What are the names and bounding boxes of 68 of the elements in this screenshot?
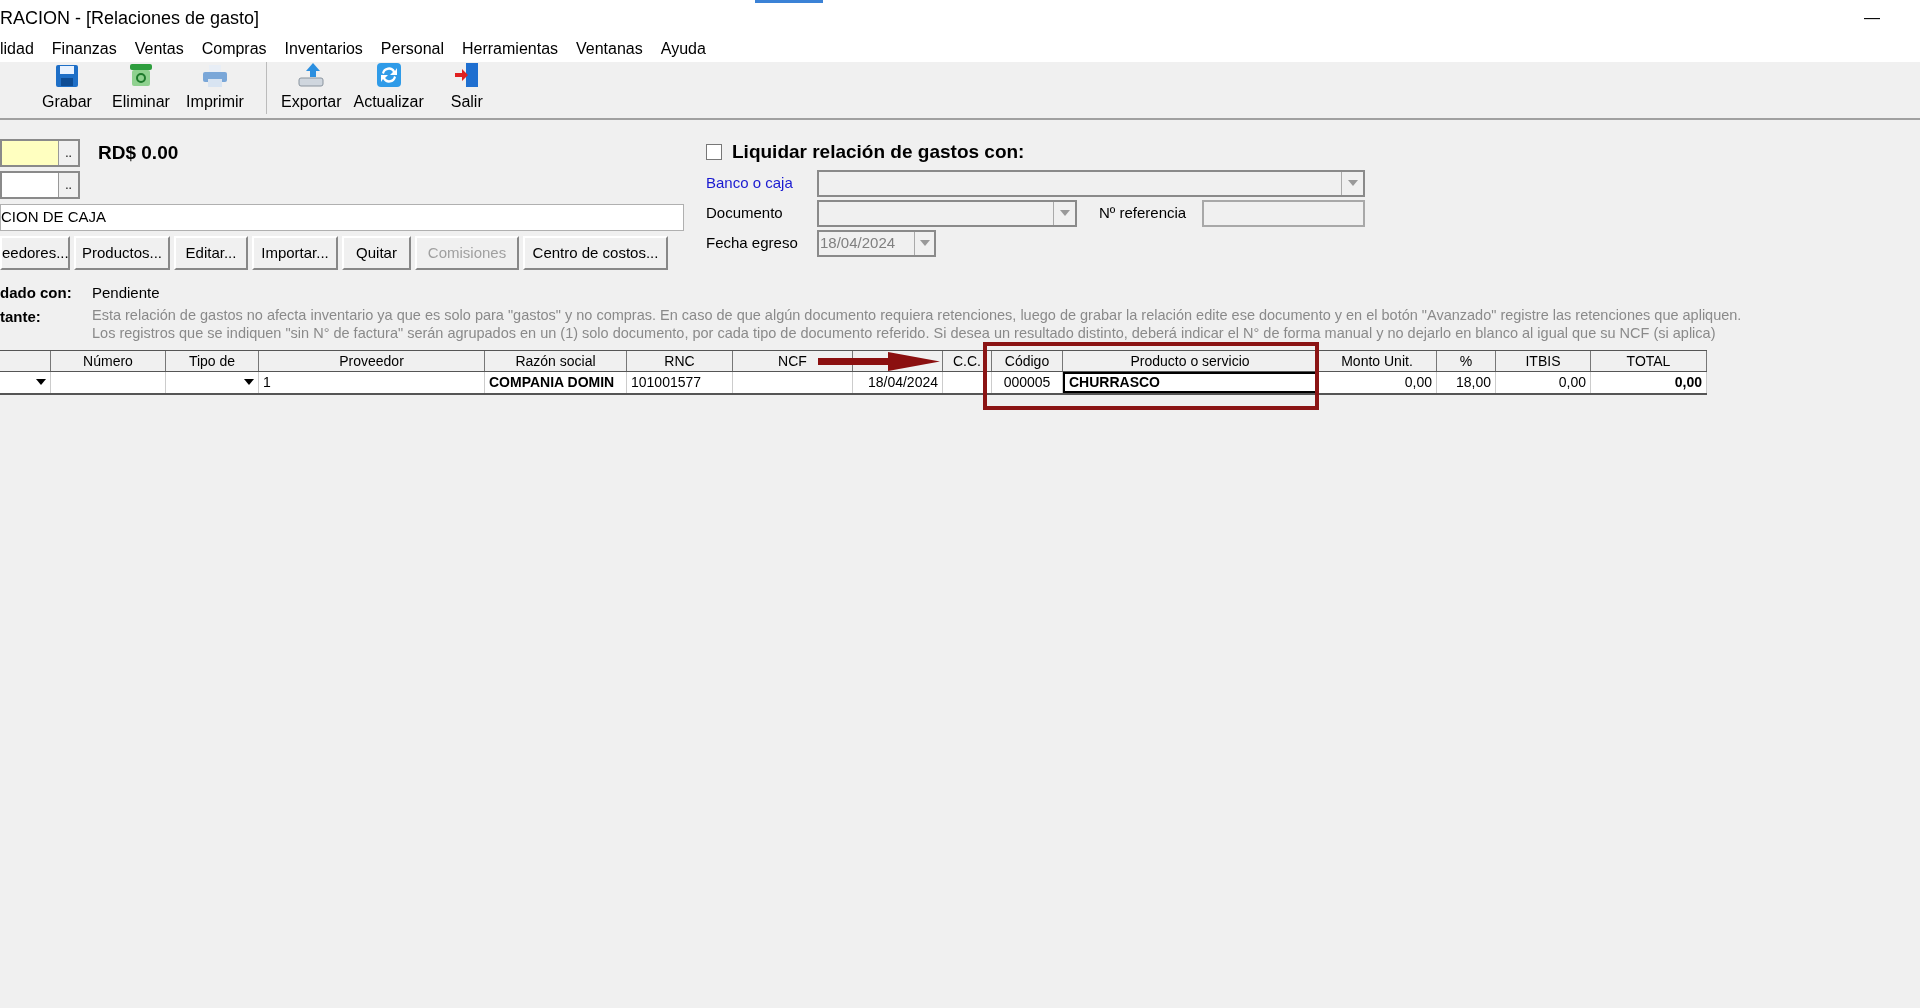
column-header[interactable]: Número — [83, 352, 133, 369]
table-cell: 18,00 — [1437, 371, 1496, 393]
menu-item[interactable]: Ayuda — [651, 37, 715, 61]
section-title: Liquidar relación de gastos con: — [732, 139, 1025, 164]
toolbar-button[interactable]: Actualizar — [347, 62, 430, 114]
field-label: Documento — [706, 202, 784, 223]
action-button[interactable]: Productos... — [74, 236, 170, 270]
toolbar-button[interactable]: Salir — [429, 62, 504, 114]
window-title: RACION - [Relaciones de gasto] — [0, 6, 260, 30]
field-label: dado con: — [0, 283, 73, 303]
caret-icon[interactable] — [36, 379, 46, 385]
column-header[interactable]: TOTAL — [1626, 352, 1671, 369]
toolbar-button[interactable]: Exportar — [266, 62, 348, 114]
trash-icon — [128, 62, 154, 88]
menu-item[interactable]: Inventarios — [275, 37, 372, 61]
save-icon — [55, 64, 79, 88]
minimize-button[interactable]: — — [1864, 6, 1880, 30]
field-label: tante: — [0, 306, 42, 327]
table-cell: 0,00 — [1591, 371, 1707, 393]
action-button[interactable]: eedores... — [0, 236, 70, 270]
caret-icon[interactable] — [244, 379, 254, 385]
table-cell: CHURRASCO — [1063, 371, 1318, 393]
tab-indicator — [755, 0, 823, 3]
field-label: Fecha egreso — [706, 232, 799, 253]
menu-item[interactable]: Herramientas — [453, 37, 568, 61]
toolbar-button[interactable]: Eliminar — [104, 62, 178, 114]
table-cell: 1 — [259, 371, 485, 393]
status-value: Pendiente — [92, 283, 160, 303]
menu-item[interactable]: Ventanas — [567, 37, 652, 61]
export-icon — [298, 62, 325, 88]
checkbox[interactable] — [706, 144, 722, 160]
action-button[interactable]: Centro de costos... — [523, 236, 668, 270]
column-header[interactable]: Producto o servicio — [1130, 352, 1250, 369]
table-cell: COMPANIA DOMIN — [485, 371, 627, 393]
menu-item[interactable]: Finanzas — [42, 37, 126, 61]
column-header[interactable]: Razón social — [515, 352, 596, 369]
table-cell: 101001577 — [627, 371, 733, 393]
column-header[interactable]: RNC — [664, 352, 695, 369]
column-header[interactable]: Tipo de — [188, 352, 236, 369]
menu-item[interactable]: Personal — [371, 37, 453, 61]
note-text: Los registros que se indiquen "sin N° de factura" serán agrupados en un (1) solo documento, por cada tipo de documento referido. Si desea un resultado distinto, deberá indicar el N° de forma manual y no dejarlo en blanco al igual que su NCF (si aplica) — [92, 323, 1717, 342]
note-text: Esta relación de gastos no afecta inventario ya que es solo para "gastos" y no compras. En caso de que algún documento requiera retenciones, luego de grabar la relación edite ese documento y en el botón "Avanzado" registre las retenciones que apliquen. — [92, 305, 1742, 324]
menu-item[interactable]: Ventas — [125, 37, 193, 61]
description-field[interactable]: CION DE CAJA — [0, 204, 684, 231]
reference-field[interactable] — [1202, 199, 1365, 227]
action-button[interactable]: Editar... — [174, 236, 248, 270]
exit-door-icon — [453, 62, 480, 88]
total-amount: RD$ 0.00 — [98, 140, 179, 165]
menu-item[interactable]: lidad — [0, 37, 43, 61]
table-cell: 0,00 — [1318, 371, 1437, 393]
toolbar-button[interactable]: Grabar — [30, 64, 104, 114]
column-header[interactable]: C.C. — [953, 352, 981, 369]
action-button[interactable]: Importar... — [252, 236, 338, 270]
document-dropdown[interactable] — [817, 199, 1077, 227]
action-button[interactable]: Quitar — [342, 236, 411, 270]
field-label: Nº referencia — [1099, 202, 1188, 223]
column-header[interactable]: Proveedor — [339, 352, 404, 369]
column-header[interactable]: Código — [1004, 352, 1050, 369]
column-header[interactable]: ITBIS — [1525, 352, 1561, 369]
table-cell: 000005 — [992, 371, 1063, 393]
column-header[interactable]: NCF — [778, 352, 807, 369]
column-header[interactable]: % — [1459, 352, 1473, 369]
toolbar-button[interactable]: Imprimir — [178, 64, 252, 114]
column-header[interactable]: Monto Unit. — [1341, 352, 1413, 369]
bank-link[interactable]: Banco o caja — [706, 171, 817, 195]
menu-item[interactable]: Compras — [192, 37, 276, 61]
bank-dropdown[interactable] — [817, 169, 1365, 197]
table-cell: 0,00 — [1496, 371, 1591, 393]
